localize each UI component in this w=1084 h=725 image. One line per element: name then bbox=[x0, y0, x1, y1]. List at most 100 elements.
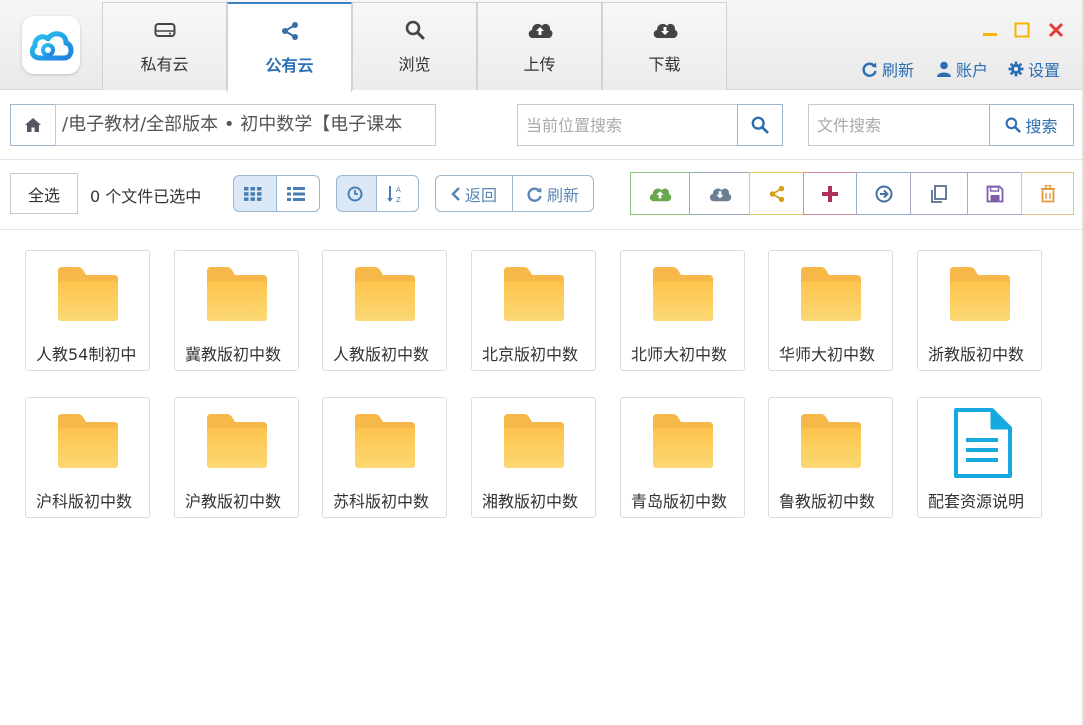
tab-upload[interactable]: 上传 bbox=[477, 2, 602, 90]
grid-view-button[interactable] bbox=[233, 175, 277, 212]
search-icon bbox=[1006, 117, 1022, 133]
copy-action-button[interactable] bbox=[910, 172, 968, 215]
file-name: 鲁教版初中数 bbox=[779, 492, 876, 511]
upload-action-button[interactable] bbox=[630, 172, 690, 215]
maximize-icon[interactable] bbox=[1010, 18, 1034, 42]
tab-browse[interactable]: 浏览 bbox=[352, 2, 477, 90]
folder-icon bbox=[205, 412, 269, 470]
folder-item[interactable]: 湘教版初中数 bbox=[471, 397, 596, 518]
chevron-left-icon bbox=[451, 186, 460, 201]
location-search-input[interactable] bbox=[517, 104, 738, 146]
location-search-button[interactable] bbox=[737, 104, 783, 146]
arrow-circle-right-icon bbox=[875, 185, 892, 202]
tab-private-cloud[interactable]: 私有云 bbox=[102, 2, 227, 90]
tab-label: 下载 bbox=[648, 55, 681, 74]
close-icon[interactable] bbox=[1044, 18, 1068, 42]
share-action-button[interactable] bbox=[749, 172, 804, 215]
plus-icon bbox=[822, 185, 838, 202]
file-name: 华师大初中数 bbox=[779, 345, 876, 364]
file-search-input[interactable] bbox=[808, 104, 990, 146]
folder-icon bbox=[56, 265, 120, 323]
folder-icon bbox=[205, 265, 269, 323]
share-icon bbox=[280, 18, 300, 44]
folder-icon bbox=[799, 265, 863, 323]
file-name: 北京版初中数 bbox=[482, 345, 579, 364]
tab-download[interactable]: 下载 bbox=[602, 2, 727, 90]
file-name: 人教版初中数 bbox=[333, 345, 430, 364]
folder-icon bbox=[948, 265, 1012, 323]
selection-status: 0 个文件已选中 bbox=[90, 187, 202, 206]
sort-by-name-button[interactable]: AZ bbox=[377, 175, 419, 212]
folder-item[interactable]: 鲁教版初中数 bbox=[768, 397, 893, 518]
folder-icon bbox=[799, 412, 863, 470]
document-icon bbox=[950, 408, 1014, 478]
folder-item[interactable]: 青岛版初中数 bbox=[620, 397, 745, 518]
copy-icon bbox=[931, 184, 947, 203]
header-settings-link[interactable]: 设置 bbox=[1008, 57, 1060, 81]
divider bbox=[0, 229, 1084, 230]
file-name: 湘教版初中数 bbox=[482, 492, 579, 511]
header-refresh-link[interactable]: 刷新 bbox=[862, 57, 914, 81]
folder-icon bbox=[353, 412, 417, 470]
file-search-button[interactable]: 搜索 bbox=[989, 104, 1074, 146]
sort-alpha-icon: AZ bbox=[386, 185, 401, 204]
delete-action-button[interactable] bbox=[1021, 172, 1074, 215]
grid-icon bbox=[244, 186, 262, 201]
file-name: 北师大初中数 bbox=[631, 345, 728, 364]
cloud-upload-icon bbox=[527, 17, 553, 43]
folder-item[interactable]: 沪教版初中数 bbox=[174, 397, 299, 518]
refresh-button[interactable]: 刷新 bbox=[513, 175, 594, 212]
file-name: 苏科版初中数 bbox=[333, 492, 430, 511]
back-label: 返回 bbox=[464, 185, 497, 205]
select-all-button[interactable]: 全选 bbox=[10, 173, 78, 214]
save-action-button[interactable] bbox=[967, 172, 1022, 215]
current-path[interactable]: /电子教材/全部版本 • 初中数学【电子课本 bbox=[55, 104, 436, 146]
refresh-icon bbox=[862, 62, 877, 77]
file-name: 冀教版初中数 bbox=[185, 345, 282, 364]
cloud-upload-icon bbox=[649, 188, 672, 201]
tab-public-cloud[interactable]: 公有云 bbox=[227, 2, 352, 92]
tab-label: 浏览 bbox=[398, 55, 431, 74]
minimize-icon[interactable] bbox=[978, 18, 1002, 42]
download-action-button[interactable] bbox=[689, 172, 750, 215]
home-icon bbox=[25, 118, 41, 132]
folder-item[interactable]: 北师大初中数 bbox=[620, 250, 745, 371]
refresh-icon bbox=[527, 187, 542, 202]
clock-icon bbox=[347, 186, 362, 201]
list-view-button[interactable] bbox=[277, 175, 320, 212]
sort-by-time-button[interactable] bbox=[336, 175, 377, 212]
svg-text:A: A bbox=[396, 186, 401, 194]
move-action-button[interactable] bbox=[856, 172, 911, 215]
home-button[interactable] bbox=[10, 104, 56, 146]
folder-item[interactable]: 人教54制初中 bbox=[25, 250, 150, 371]
refresh-label: 刷新 bbox=[546, 185, 579, 205]
back-button[interactable]: 返回 bbox=[435, 175, 513, 212]
search-button-label: 搜索 bbox=[1025, 117, 1058, 136]
header-account-link[interactable]: 账户 bbox=[936, 57, 988, 81]
tab-label: 私有云 bbox=[140, 55, 189, 74]
folder-icon bbox=[502, 412, 566, 470]
share-icon bbox=[769, 185, 784, 202]
new-action-button[interactable] bbox=[803, 172, 857, 215]
cloud-download-icon bbox=[652, 17, 678, 43]
divider bbox=[0, 159, 1084, 160]
folder-item[interactable]: 冀教版初中数 bbox=[174, 250, 299, 371]
folder-item[interactable]: 北京版初中数 bbox=[471, 250, 596, 371]
folder-icon bbox=[651, 265, 715, 323]
cloud-download-icon bbox=[709, 188, 731, 201]
folder-item[interactable]: 苏科版初中数 bbox=[322, 397, 447, 518]
folder-icon bbox=[502, 265, 566, 323]
folder-icon bbox=[651, 412, 715, 470]
folder-item[interactable]: 浙教版初中数 bbox=[917, 250, 1042, 371]
folder-item[interactable]: 人教版初中数 bbox=[322, 250, 447, 371]
tab-label: 上传 bbox=[523, 55, 556, 74]
folder-item[interactable]: 华师大初中数 bbox=[768, 250, 893, 371]
folder-item[interactable]: 沪科版初中数 bbox=[25, 397, 150, 518]
folder-icon bbox=[56, 412, 120, 470]
account-label: 账户 bbox=[956, 61, 989, 80]
file-name: 人教54制初中 bbox=[36, 345, 137, 364]
file-item[interactable]: 配套资源说明 bbox=[917, 397, 1042, 518]
list-icon bbox=[287, 186, 305, 201]
floppy-disk-icon bbox=[986, 185, 1003, 202]
title-bar: 私有云 公有云 浏览 上传 下载 刷新 账户 设置 bbox=[0, 0, 1084, 92]
